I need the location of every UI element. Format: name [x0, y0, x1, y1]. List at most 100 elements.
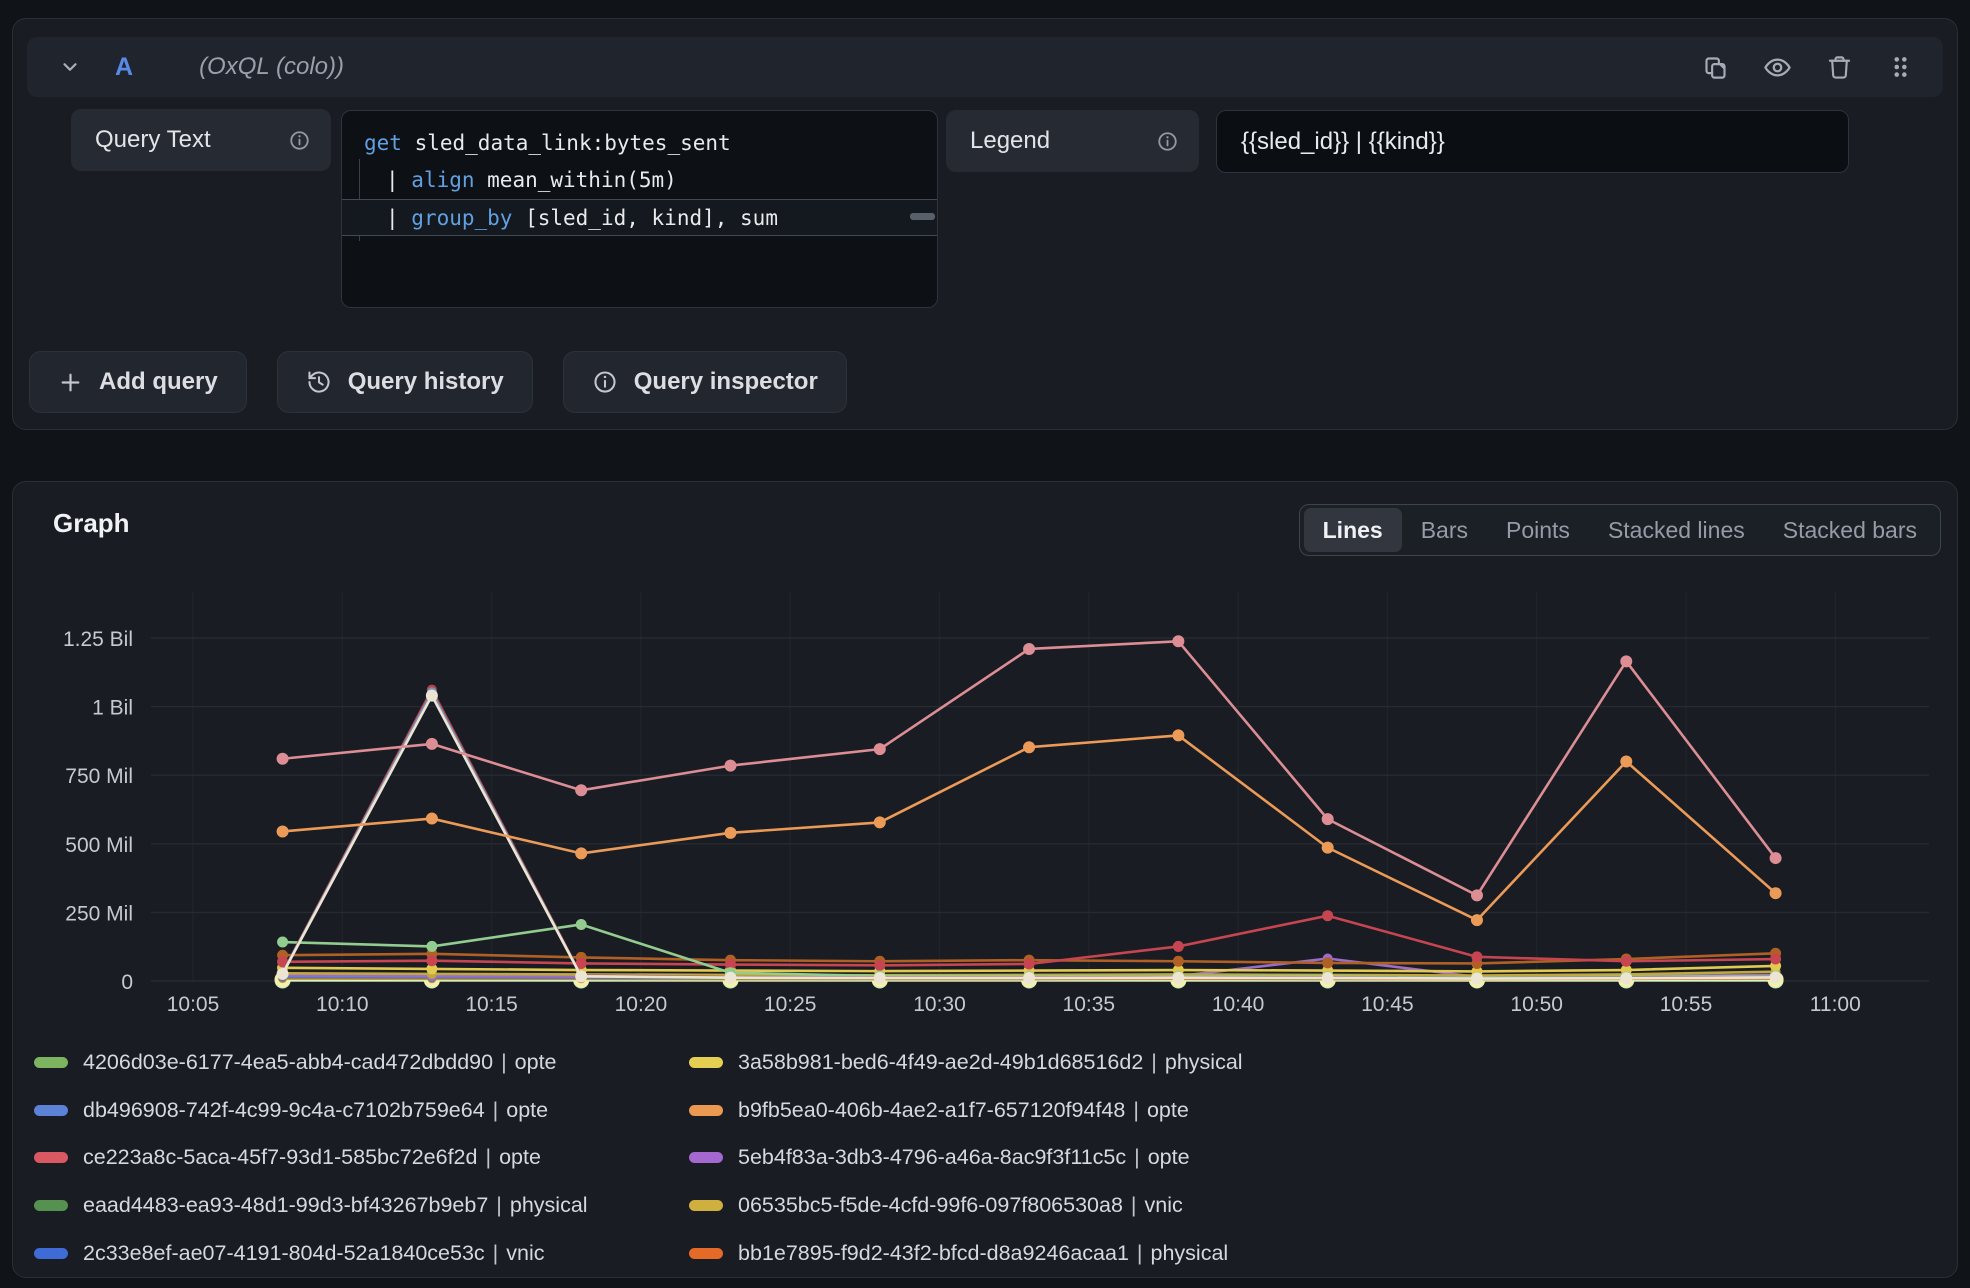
series-color-swatch [34, 1200, 68, 1211]
chart-point-orange-high [1770, 887, 1782, 899]
chart-point-crimson-bump [1173, 941, 1184, 952]
chart-point-rose-high [1322, 813, 1334, 825]
chart-point-cream-spike [277, 968, 289, 980]
chart-point-orange-high [1322, 842, 1334, 854]
series-color-swatch [34, 1152, 68, 1163]
chart-point-brown-orange [1322, 957, 1333, 968]
chart-point-crimson-bump [1024, 958, 1035, 969]
series-color-swatch [34, 1248, 68, 1259]
y-axis-label: 250 Mil [65, 902, 133, 925]
legend-item[interactable]: 3a58b981-bed6-4f49-ae2d-49b1d68516d2|phy… [689, 1039, 1243, 1087]
series-label: 4206d03e-6177-4ea5-abb4-cad472dbdd90|opt… [83, 1050, 557, 1075]
query-history-button[interactable]: Query history [277, 351, 533, 413]
series-label: 2c33e8ef-ae07-4191-804d-52a1840ce53c|vni… [83, 1241, 545, 1266]
chart-point-cream-spike [1172, 972, 1184, 984]
chart-point-orange-high [1172, 729, 1184, 741]
series-label: 3a58b981-bed6-4f49-ae2d-49b1d68516d2|phy… [738, 1050, 1243, 1075]
chart-point-rose-high [575, 784, 587, 796]
x-axis-label: 10:35 [1063, 993, 1116, 1016]
chart-point-crimson-bump [1322, 910, 1333, 921]
series-label: db496908-742f-4c99-9c4a-c7102b759e64|opt… [83, 1098, 548, 1123]
separator: | [485, 1241, 507, 1265]
separator: | [1125, 1098, 1147, 1122]
y-axis-label: 1.25 Bil [63, 628, 133, 651]
chart-point-cream-spike [874, 972, 886, 984]
x-axis-label: 10:10 [316, 993, 369, 1016]
drag-handle-icon[interactable] [1887, 54, 1913, 80]
chart-series-line-rose-high [283, 641, 1776, 895]
series-color-swatch [34, 1057, 68, 1068]
legend-label: Legend [946, 110, 1199, 172]
x-axis-label: 10:50 [1510, 993, 1563, 1016]
y-axis-label: 1 Bil [92, 697, 133, 720]
chart-point-rose-high [724, 760, 736, 772]
chart-point-rose-high [1172, 635, 1184, 647]
legend-item[interactable]: db496908-742f-4c99-9c4a-c7102b759e64|opt… [34, 1087, 689, 1135]
separator: | [1129, 1241, 1151, 1265]
x-axis-label: 10:20 [615, 993, 668, 1016]
info-icon[interactable] [1156, 130, 1179, 153]
chart-point-rose-high [426, 738, 438, 750]
copy-icon[interactable] [1702, 54, 1729, 81]
legend-item[interactable]: 5eb4f83a-3db3-4796-a46a-8ac9f3f11c5c|opt… [689, 1134, 1243, 1182]
chart-point-orange-high [1471, 914, 1483, 926]
eye-icon[interactable] [1763, 53, 1792, 82]
chart-point-orange-high [874, 816, 886, 828]
x-axis-label: 10:15 [465, 993, 518, 1016]
chart-point-orange-high [277, 825, 289, 837]
chart-point-rose-high [1023, 643, 1035, 655]
chart-point-cream-spike [1620, 972, 1632, 984]
chart-point-light-green-bump [426, 941, 437, 952]
legend-item[interactable]: 06535bc5-f5de-4cfd-99f6-097f806530a8|vni… [689, 1182, 1243, 1230]
chart-point-orange-high [426, 813, 438, 825]
graph-panel: Graph Lines Bars Points Stacked lines St… [12, 481, 1958, 1278]
code-line-1[interactable]: get sled_data_link:bytes_sent [342, 125, 937, 162]
legend-item[interactable]: ce223a8c-5aca-45f7-93d1-585bc72e6f2d|opt… [34, 1134, 689, 1182]
chart-point-crimson-bump [1770, 954, 1781, 965]
x-axis-label: 10:55 [1660, 993, 1713, 1016]
oxql-code-editor[interactable]: get sled_data_link:bytes_sent | align me… [341, 110, 938, 308]
query-header-bar[interactable]: A (OxQL (colo)) [27, 37, 1943, 97]
separator: | [493, 1050, 515, 1074]
trash-icon[interactable] [1826, 54, 1853, 81]
history-icon [306, 369, 332, 395]
chart-point-cream-spike [426, 690, 438, 702]
code-line-3-active[interactable]: | group_by [sled_id, kind], sum [342, 199, 937, 236]
chart-series-line-orange-high [283, 735, 1776, 920]
series-color-swatch [689, 1248, 723, 1259]
collapse-chevron-down-icon[interactable] [59, 56, 81, 78]
x-axis-label: 10:30 [913, 993, 966, 1016]
chart-point-orange-high [1620, 755, 1632, 767]
code-line-2[interactable]: | align mean_within(5m) [342, 162, 937, 199]
add-query-button[interactable]: Add query [29, 351, 247, 413]
chart-point-light-green-bump [576, 919, 587, 930]
chart-point-cream-spike [1322, 972, 1334, 984]
query-title: (OxQL (colo)) [199, 53, 344, 81]
legend-item[interactable]: 4206d03e-6177-4ea5-abb4-cad472dbdd90|opt… [34, 1039, 689, 1087]
chart-point-orange-high [724, 827, 736, 839]
separator: | [488, 1193, 510, 1217]
legend-item[interactable]: 2c33e8ef-ae07-4191-804d-52a1840ce53c|vni… [34, 1229, 689, 1277]
chart-point-rose-high [874, 743, 886, 755]
chart-legend: 4206d03e-6177-4ea5-abb4-cad472dbdd90|opt… [34, 1039, 1243, 1277]
series-color-swatch [689, 1105, 723, 1116]
chart-point-brown-orange [1173, 956, 1184, 967]
chart-point-crimson-bump [874, 960, 885, 971]
separator: | [485, 1098, 507, 1122]
chart-point-light-green-bump [277, 937, 288, 948]
legend-template-input[interactable]: {{sled_id}} | {{kind}} [1216, 110, 1849, 173]
y-axis-label: 0 [121, 971, 133, 994]
editor-scrollbar-thumb[interactable] [910, 213, 935, 220]
query-inspector-button[interactable]: Query inspector [563, 351, 847, 413]
legend-item[interactable]: b9fb5ea0-406b-4ae2-a1f7-657120f94f48|opt… [689, 1087, 1243, 1135]
legend-item[interactable]: eaad4483-ea93-48d1-99d3-bf43267b9eb7|phy… [34, 1182, 689, 1230]
plus-icon [58, 370, 83, 395]
separator: | [1126, 1145, 1148, 1169]
info-icon[interactable] [288, 129, 311, 152]
series-label: 5eb4f83a-3db3-4796-a46a-8ac9f3f11c5c|opt… [738, 1145, 1190, 1170]
legend-item[interactable]: bb1e7895-f9d2-43f2-bfcd-d8a9246acaa1|phy… [689, 1229, 1243, 1277]
separator: | [1143, 1050, 1165, 1074]
chart-canvas: 10:0510:1010:1510:2010:2510:3010:3510:40… [13, 482, 1957, 1037]
y-axis-label: 500 Mil [65, 834, 133, 857]
info-icon [592, 369, 618, 395]
